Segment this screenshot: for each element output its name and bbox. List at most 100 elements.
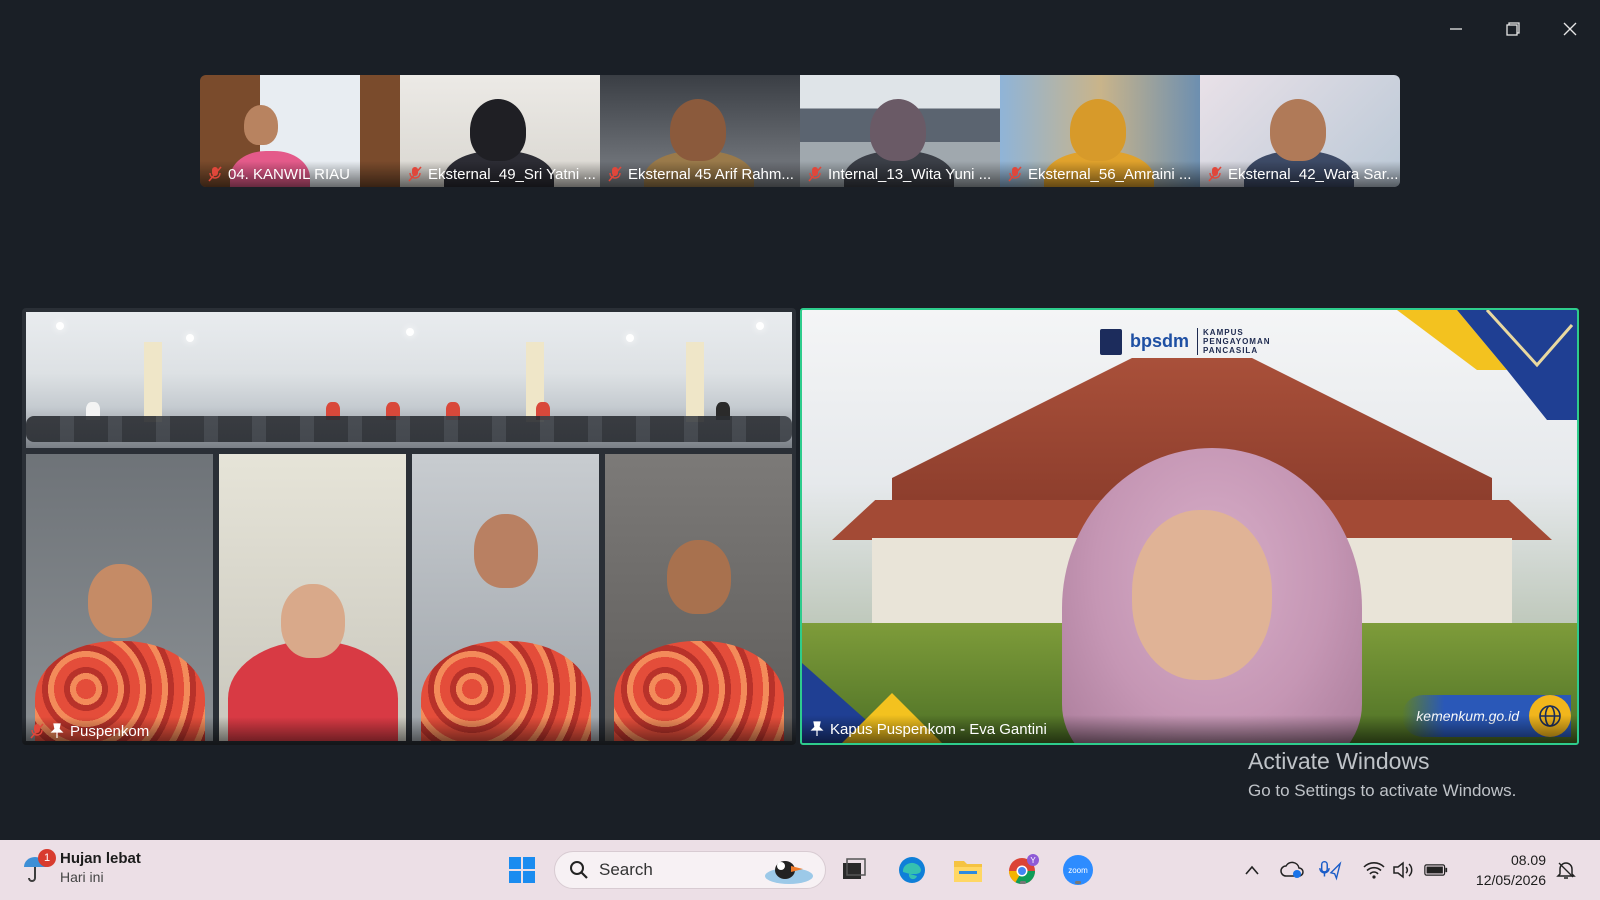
restore-button[interactable] [1490,14,1536,44]
mic-muted-icon [808,166,822,182]
participant-video-tile[interactable]: Eksternal_42_Wara Sar... [1200,75,1400,187]
mic-muted-icon [208,166,222,182]
chrome-app-button[interactable]: Y [1005,852,1041,888]
taskbar: 1 Hujan lebat Hari ini Search Y zoom 08.… [0,840,1600,900]
search-icon [570,861,588,879]
mic-muted-icon [408,166,422,182]
watermark-title: Activate Windows [1248,748,1430,774]
edge-app-button[interactable] [894,852,930,888]
logo-line: PENGAYOMAN [1203,337,1271,346]
bpsdm-logo: bpsdm KAMPUS PENGAYOMAN PANCASILA [1100,328,1271,355]
weather-widget[interactable]: 1 Hujan lebat Hari ini [22,848,141,885]
minimize-button[interactable] [1433,14,1479,44]
notifications-button[interactable] [1554,858,1578,882]
participant-head [870,99,926,161]
active-speaker-tile[interactable]: bpsdm KAMPUS PENGAYOMAN PANCASILA kemenk… [800,308,1579,745]
show-hidden-icons-button[interactable] [1240,858,1264,882]
pillar [686,342,704,422]
participant-name-tag: 04. KANWIL RIAU [200,161,400,187]
participant-head [670,99,726,161]
cloud-icon [1280,861,1304,878]
speaker-face [1132,510,1272,680]
participant-head [280,584,345,658]
participant-name: Internal_13_Wita Yuni ... [828,165,992,183]
file-explorer-button[interactable] [950,852,986,888]
zoom-label: zoom [1068,866,1088,875]
participant-head [1270,99,1326,161]
notification-badge: 1 [38,848,56,867]
ceiling-light [56,322,64,330]
emblem-icon [1100,328,1122,355]
pin-icon [50,723,64,738]
ceiling-light [406,328,414,336]
clock-date: 12/05/2026 [1475,872,1546,888]
zoom-app-button[interactable]: zoom [1060,852,1096,888]
system-clock[interactable]: 08.09 12/05/2026 [1468,850,1546,890]
profile-badge: Y [1030,856,1036,865]
wifi-icon [1363,862,1385,879]
battery-tray-button[interactable] [1424,858,1448,882]
participant-video-tile[interactable]: 04. KANWIL RIAU [200,75,400,187]
minimize-icon [1450,28,1462,30]
room-subtile [26,454,213,741]
weather-subtitle: Hari ini [60,869,104,885]
cloud-tray-button[interactable] [1280,858,1304,882]
mic-muted-icon [1008,166,1022,182]
participant-name-tag: Eksternal 45 Arif Rahm... [600,161,800,187]
participant-name: Eksternal 45 Arif Rahm... [628,165,794,183]
windows-logo-icon [509,857,535,883]
taskbar-search-box[interactable]: Search [554,851,826,889]
participant-head [666,540,731,614]
room-video-tile[interactable]: Puspenkom [22,308,796,745]
volume-tray-button[interactable] [1392,858,1416,882]
pin-icon [810,721,824,736]
mic-muted-icon [30,723,44,739]
room-panorama [26,312,792,448]
watermark-subtitle: Go to Settings to activate Windows. [1248,781,1517,800]
pillar [144,342,162,422]
search-placeholder: Search [599,860,653,879]
participant-head [87,564,152,638]
participant-head [470,99,526,161]
participant-head [473,514,538,588]
participant-name: Puspenkom [70,722,150,740]
participant-name-tag: Eksternal_42_Wara Sar... [1200,161,1400,187]
room-subtile [219,454,406,741]
participant-name-tag: Eksternal_49_Sri Yatni ... [400,161,600,187]
wifi-tray-button[interactable] [1362,858,1386,882]
battery-icon [1424,864,1448,876]
participant-name: Eksternal_56_Amraini ... [1028,165,1192,183]
umbrella-icon: 1 [22,848,56,883]
participant-video-tile[interactable]: Internal_13_Wita Yuni ... [800,75,1000,187]
participant-name: Eksternal_49_Sri Yatni ... [428,165,596,183]
weather-title: Hujan lebat [60,850,141,867]
room-subtiles [26,454,792,741]
participant-name: Eksternal_42_Wara Sar... [1228,165,1399,183]
close-button[interactable] [1547,14,1593,44]
mic-location-tray-button[interactable] [1318,858,1342,882]
participant-video-tile[interactable]: Eksternal_56_Amraini ... [1000,75,1200,187]
mic-muted-icon [1208,166,1222,182]
participant-video-tile[interactable]: Eksternal_49_Sri Yatni ... [400,75,600,187]
mic-muted-icon [608,166,622,182]
logo-subtitle: KAMPUS PENGAYOMAN PANCASILA [1197,328,1271,355]
participant-name: 04. KANWIL RIAU [228,165,350,183]
bell-icon [1556,862,1576,879]
room-subtile [605,454,792,741]
participant-video-tile[interactable]: Eksternal 45 Arif Rahm... [600,75,800,187]
participant-name-tag: Eksternal_56_Amraini ... [1000,161,1200,187]
speaker-icon [1393,861,1413,879]
chevron-up-icon [1245,865,1259,875]
activate-windows-watermark: Activate Windows Go to Settings to activ… [1248,748,1516,801]
running-indicator [1020,881,1026,884]
speaker-name-tag: Kapus Puspenkom - Eva Gantini [802,715,1577,743]
start-button[interactable] [504,852,540,888]
close-icon [1563,22,1577,36]
participant-filmstrip: 04. KANWIL RIAU Eksternal_49_Sri Yatni .… [200,75,1400,187]
meeting-table [26,416,792,442]
task-view-button[interactable] [836,852,872,888]
logo-brand: bpsdm [1130,331,1190,351]
participant-head [244,105,278,145]
decorative-corner [1397,310,1577,420]
folder-icon [954,861,982,882]
